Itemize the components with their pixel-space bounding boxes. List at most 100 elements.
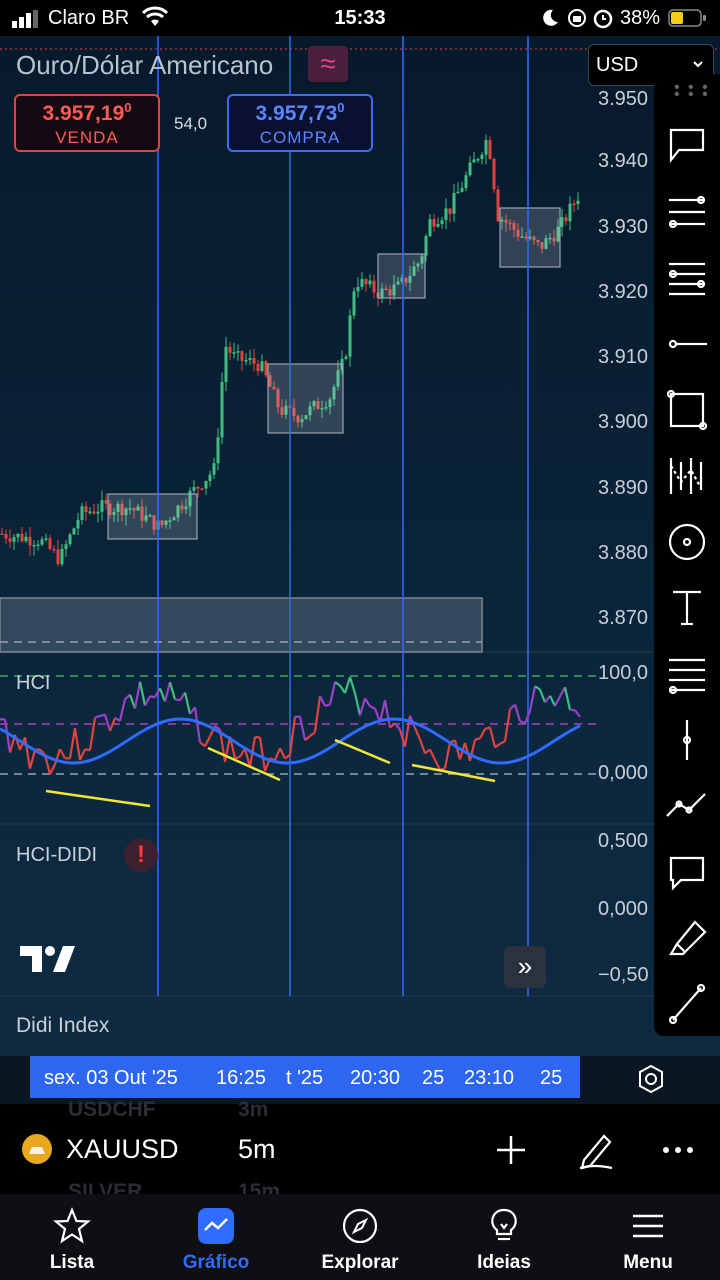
- more-icon[interactable]: [656, 1128, 700, 1172]
- nav-label: Menu: [623, 1252, 673, 1273]
- hci-segment: [73, 727, 82, 761]
- hci-segment: [313, 695, 322, 733]
- ellipse-icon[interactable]: [663, 518, 711, 566]
- nav-label: Lista: [49, 1252, 95, 1273]
- hci-segment: [538, 689, 547, 703]
- candle-body: [372, 280, 376, 293]
- candle-body: [352, 291, 356, 316]
- nav-explorar[interactable]: Explorar: [288, 1194, 432, 1280]
- didi-panel-label[interactable]: HCI-DIDI: [16, 844, 97, 867]
- consolidation-box: [377, 253, 426, 299]
- trend-line-icon[interactable]: [663, 980, 711, 1028]
- sell-label: VENDA: [55, 128, 119, 147]
- candle-body: [208, 474, 212, 481]
- candle-body: [456, 191, 460, 194]
- candle-body: [76, 519, 80, 529]
- buy-price-sup: 0: [337, 100, 345, 115]
- battery-percent: 38%: [620, 7, 661, 29]
- rectangle-icon[interactable]: [663, 386, 711, 434]
- chart-icon: [198, 1208, 234, 1244]
- data-delay-badge[interactable]: ≈: [308, 46, 348, 82]
- spread-value: 54,0: [174, 114, 208, 133]
- hci-segment: [279, 747, 286, 759]
- hci-segment: [49, 763, 56, 775]
- candle-body: [360, 279, 364, 287]
- candle-body: [212, 463, 216, 475]
- symbol-name[interactable]: XAUUSD: [66, 1134, 179, 1165]
- hci-segment: [488, 727, 497, 748]
- fib-retracement-icon[interactable]: [663, 188, 711, 236]
- warning-icon[interactable]: !: [124, 838, 158, 872]
- candle-body: [224, 346, 228, 383]
- chart-area[interactable]: Ouro/Dólar Americano ≈ 3.957,190 VENDA 5…: [0, 36, 720, 1056]
- ghost-symbol: USDCHF: [68, 1098, 156, 1121]
- time-label-part: 25: [422, 1067, 445, 1089]
- pattern-icon[interactable]: [663, 452, 711, 500]
- sell-price: 3.957,19: [42, 102, 125, 125]
- candle-body: [196, 486, 200, 489]
- expand-panels-button[interactable]: »: [504, 946, 546, 988]
- didi-index-row[interactable]: Didi Index: [0, 998, 720, 1054]
- hci-segment: [298, 716, 307, 741]
- hci-segment: [549, 695, 556, 707]
- hci-axis-label: 0,000: [598, 762, 649, 784]
- status-bar: Claro BR 15:33 38%: [0, 0, 720, 36]
- currency-value: USD: [596, 54, 639, 76]
- candle-body: [56, 549, 60, 565]
- candle-body: [8, 538, 12, 542]
- buy-button[interactable]: 3.957,730 COMPRA: [227, 94, 373, 152]
- star-icon: [53, 1207, 91, 1244]
- hci-segment: [193, 707, 202, 743]
- toolbar-grip-icon[interactable]: • • • • • •: [674, 80, 710, 103]
- time-label-part: 23:10: [464, 1067, 515, 1089]
- consolidation-box: [267, 363, 344, 434]
- comment-icon[interactable]: [663, 848, 711, 896]
- hci-segment: [204, 736, 211, 747]
- add-icon[interactable]: [489, 1128, 533, 1172]
- hci-segment: [59, 748, 66, 759]
- interval-selector[interactable]: 5m: [238, 1134, 276, 1165]
- gold-symbol-icon: [22, 1134, 52, 1164]
- tradingview-logo-icon: [20, 946, 75, 972]
- hci-segment: [343, 676, 352, 694]
- candle-body: [484, 140, 488, 155]
- nav-menu[interactable]: Menu: [576, 1194, 720, 1280]
- horizontal-ray-icon[interactable]: [663, 320, 711, 368]
- price-axis-label: 3.870: [598, 607, 649, 629]
- candle-body: [424, 236, 428, 256]
- drawing-toolbar: • • • • • •: [654, 74, 720, 1036]
- hci-segment: [544, 695, 551, 704]
- hci-segment: [503, 708, 512, 742]
- nav-grafico[interactable]: Gráfico: [144, 1194, 288, 1280]
- candle-body: [356, 286, 360, 292]
- sell-button[interactable]: 3.957,190 VENDA: [14, 94, 160, 152]
- symbol-title[interactable]: Ouro/Dólar Americano: [16, 50, 273, 81]
- callout-icon[interactable]: [663, 122, 711, 170]
- candle-body: [436, 224, 440, 227]
- moon-icon: [543, 9, 558, 26]
- fib-extension-icon[interactable]: [663, 254, 711, 302]
- sell-price-sup: 0: [124, 100, 132, 115]
- candle-body: [480, 154, 484, 160]
- nav-lista[interactable]: Lista: [0, 1194, 144, 1280]
- hci-segment: [128, 694, 137, 709]
- candle-body: [472, 159, 476, 163]
- candle-body: [4, 533, 8, 539]
- draw-pen-icon[interactable]: [574, 1128, 618, 1172]
- hci-segment: [574, 709, 581, 718]
- consolidation-box: [107, 493, 198, 540]
- time-axis[interactable]: sex. 03 Out '25 16:25 t '25 20:30 25 23:…: [0, 1056, 720, 1104]
- highlighter-icon[interactable]: [663, 914, 711, 962]
- path-icon[interactable]: [663, 782, 711, 830]
- time-label-part: 25: [540, 1067, 563, 1089]
- settings-icon[interactable]: [634, 1062, 668, 1096]
- candle-body: [448, 208, 452, 214]
- hci-panel-label[interactable]: HCI: [16, 672, 50, 695]
- text-icon[interactable]: [663, 584, 711, 632]
- parallel-channel-icon[interactable]: [663, 650, 711, 698]
- hci-segment: [348, 676, 357, 694]
- price-axis-label: 3.900: [598, 411, 649, 433]
- hci-segment: [158, 687, 167, 702]
- vertical-line-icon[interactable]: [663, 716, 711, 764]
- nav-ideias[interactable]: Ideias: [432, 1194, 576, 1280]
